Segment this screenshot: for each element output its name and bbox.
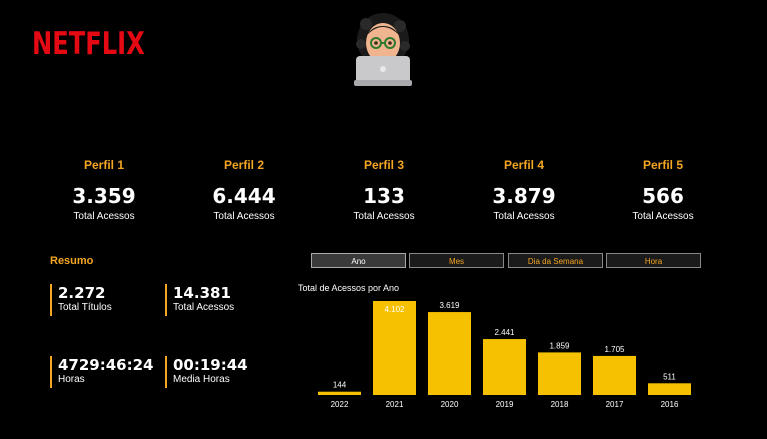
x-tick-label-2018: 2018 [551, 400, 569, 409]
profile-card-1: Perfil 1 3.359 Total Acessos [34, 158, 174, 222]
kpi-label: Horas [58, 374, 85, 385]
profile-name: Perfil 5 [642, 158, 684, 172]
bar-2022[interactable] [318, 391, 361, 395]
tab-ano[interactable]: Ano [311, 253, 406, 268]
bar-2017[interactable] [593, 355, 636, 395]
profile-card-2: Perfil 2 6.444 Total Acessos [174, 158, 314, 222]
kpi-label: Total Títulos [58, 302, 112, 313]
data-label-2016: 511 [663, 372, 676, 381]
x-tick-label-2021: 2021 [386, 400, 404, 409]
kpi-value: 00:19:44 [173, 356, 248, 374]
bar-2018[interactable] [538, 352, 581, 395]
kpi-total-titulos: 2.272 Total Títulos [50, 284, 112, 316]
kpi-value: 2.272 [58, 284, 106, 302]
profile-access-label: Total Acessos [213, 211, 275, 222]
kpi-value: 4729:46:24 [58, 356, 154, 374]
data-label-2020: 3.619 [439, 301, 460, 310]
x-tick-label-2016: 2016 [661, 400, 679, 409]
profile-name: Perfil 2 [223, 158, 265, 172]
x-tick-label-2019: 2019 [496, 400, 514, 409]
profile-name: Perfil 4 [503, 158, 545, 172]
kpi-horas: 4729:46:24 Horas [50, 356, 154, 388]
x-tick-label-2022: 2022 [331, 400, 349, 409]
profile-access-label: Total Acessos [632, 211, 694, 222]
kpi-media-horas: 00:19:44 Media Horas [165, 356, 248, 388]
data-label-2021: 4.102 [384, 305, 405, 314]
bar-2020[interactable] [428, 312, 471, 395]
bar-2021[interactable] [373, 301, 416, 395]
profile-name: Perfil 3 [363, 158, 405, 172]
profile-access-label: Total Acessos [73, 211, 135, 222]
profile-name: Perfil 1 [83, 158, 125, 172]
memoji-with-laptop-icon [350, 10, 416, 86]
profile-access-value: 3.359 [72, 184, 136, 208]
tab-mes[interactable]: Mes [409, 253, 504, 268]
data-label-2017: 1.705 [604, 345, 625, 354]
tab-dia-da-semana[interactable]: Dia da Semana [508, 253, 603, 268]
resumo-title: Resumo [50, 255, 94, 267]
tab-hora[interactable]: Hora [606, 253, 701, 268]
netflix-logo: NETFLIX [32, 26, 145, 62]
profile-access-value: 6.444 [212, 184, 276, 208]
kpi-label: Total Acessos [173, 302, 235, 313]
data-label-2019: 2.441 [494, 328, 515, 337]
profile-card-4: Perfil 4 3.879 Total Acessos [454, 158, 594, 222]
profile-access-value: 133 [363, 184, 405, 208]
kpi-label: Media Horas [173, 374, 230, 385]
x-tick-label-2017: 2017 [606, 400, 624, 409]
profile-access-label: Total Acessos [353, 211, 415, 222]
data-label-2018: 1.859 [549, 341, 570, 350]
bar-2016[interactable] [648, 383, 691, 395]
profile-card-3: Perfil 3 133 Total Acessos [314, 158, 454, 222]
profile-card-5: Perfil 5 566 Total Acessos [593, 158, 733, 222]
kpi-total-acessos: 14.381 Total Acessos [165, 284, 234, 316]
bar-chart: 144 2022 4.102 2021 3.619 2020 2.441 2019 1.859 2… [318, 301, 691, 409]
kpi-value: 14.381 [173, 284, 231, 302]
data-label-2022: 144 [333, 381, 347, 390]
profile-access-label: Total Acessos [493, 211, 555, 222]
x-tick-label-2020: 2020 [441, 400, 459, 409]
profile-access-value: 566 [642, 184, 684, 208]
profile-access-value: 3.879 [492, 184, 556, 208]
bar-2019[interactable] [483, 339, 526, 395]
